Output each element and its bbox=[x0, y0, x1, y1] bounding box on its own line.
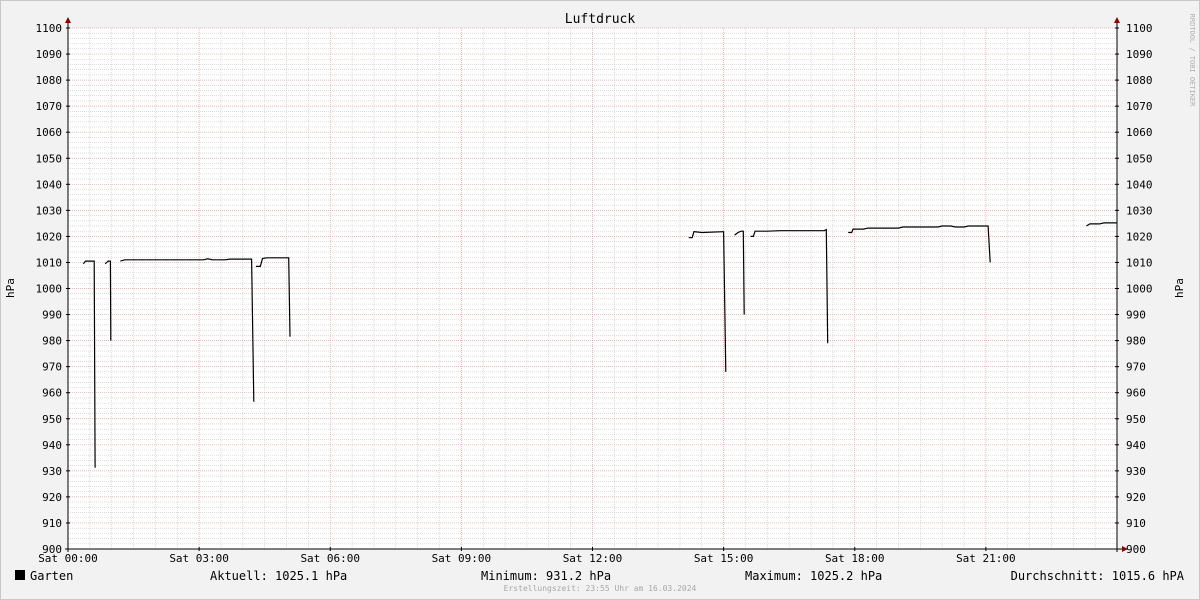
x-tick-label: Sat 09:00 bbox=[432, 552, 492, 565]
chart-title: Luftdruck bbox=[565, 12, 636, 27]
y-tick-label: 1020 bbox=[1126, 230, 1153, 243]
x-tick-label: Sat 15:00 bbox=[694, 552, 754, 565]
y-axis-arrow-right bbox=[1114, 17, 1120, 23]
y-axis-arrow-left bbox=[65, 17, 71, 23]
y-axis-label-right: hPa bbox=[1173, 278, 1186, 298]
x-tick-label: Sat 12:00 bbox=[563, 552, 623, 565]
y-tick-label: 1100 bbox=[1126, 22, 1153, 35]
y-tick-label: 960 bbox=[42, 387, 62, 400]
y-tick-label: 920 bbox=[42, 491, 62, 504]
x-tick-label: Sat 18:00 bbox=[825, 552, 885, 565]
y-tick-labels-right: 900 910 920 930 940 950 960 970 980 990 1000 1010 10… bbox=[1126, 22, 1153, 556]
y-tick-label: 980 bbox=[1126, 335, 1146, 348]
x-tick-label: Sat 21:00 bbox=[956, 552, 1016, 565]
y-tick-label: 940 bbox=[1126, 439, 1146, 452]
stat-minimum: Minimum: 931.2 hPa bbox=[481, 569, 612, 583]
x-tick-label: Sat 00:00 bbox=[38, 552, 98, 565]
y-tick-label: 950 bbox=[42, 413, 62, 426]
y-tick-label: 1090 bbox=[1126, 48, 1153, 61]
y-tick-labels-left: 9009109209309409509609709809901000101010… bbox=[36, 22, 63, 556]
rrdtool-watermark: RRDTOOL / TOBI OETIKER bbox=[1188, 14, 1196, 108]
stat-current: Aktuell: 1025.1 hPa bbox=[210, 569, 348, 583]
y-tick-label: 1070 bbox=[36, 100, 63, 113]
y-tick-label: 900 bbox=[1126, 543, 1146, 556]
y-tick-label: 960 bbox=[1126, 387, 1146, 400]
y-tick-label: 1060 bbox=[36, 126, 63, 139]
y-tick-label: 970 bbox=[1126, 361, 1146, 374]
creation-timestamp: Erstellungszeit: 23:55 Uhr am 16.03.2024 bbox=[503, 584, 697, 593]
y-tick-label: 970 bbox=[42, 361, 62, 374]
legend-swatch bbox=[15, 570, 25, 580]
y-tick-label: 990 bbox=[42, 309, 62, 322]
x-tick-label: Sat 03:00 bbox=[169, 552, 229, 565]
y-tick-label: 1050 bbox=[36, 152, 63, 165]
y-tick-label: 1040 bbox=[1126, 178, 1153, 191]
pressure-chart: 900 910 920 930 940 950 960 970 980 990 1000 1010 10… bbox=[4, 12, 1196, 565]
y-tick-label: 1010 bbox=[36, 256, 63, 269]
stat-maximum: Maximum: 1025.2 hPa bbox=[745, 569, 883, 583]
y-tick-label: 1080 bbox=[36, 74, 63, 87]
y-tick-label: 1030 bbox=[36, 204, 63, 217]
y-tick-label: 1080 bbox=[1126, 74, 1153, 87]
y-tick-label: 930 bbox=[42, 465, 62, 478]
y-tick-label: 1090 bbox=[36, 48, 63, 61]
y-axis-label-left: hPa bbox=[4, 278, 17, 298]
y-tick-label: 1040 bbox=[36, 178, 63, 191]
y-tick-label: 1060 bbox=[1126, 126, 1153, 139]
y-tick-label: 1020 bbox=[36, 230, 63, 243]
x-tick-label: Sat 06:00 bbox=[300, 552, 360, 565]
y-tick-label: 910 bbox=[1126, 517, 1146, 530]
y-tick-label: 950 bbox=[1126, 413, 1146, 426]
y-tick-label: 940 bbox=[42, 439, 62, 452]
y-tick-label: 1000 bbox=[1126, 283, 1153, 296]
y-tick-label: 990 bbox=[1126, 309, 1146, 322]
y-tick-label: 1070 bbox=[1126, 100, 1153, 113]
legend-label: Garten bbox=[30, 569, 74, 583]
y-tick-label: 1010 bbox=[1126, 256, 1153, 269]
x-tick-labels: Sat 00:00 Sat 03:00 Sat 06:00 Sat 09:00 Sat … bbox=[38, 552, 1015, 565]
y-tick-label: 1050 bbox=[1126, 152, 1153, 165]
y-tick-label: 980 bbox=[42, 335, 62, 348]
y-tick-label: 920 bbox=[1126, 491, 1146, 504]
y-tick-label: 1100 bbox=[36, 22, 63, 35]
stat-average: Durchschnitt: 1015.6 hPA bbox=[1010, 569, 1184, 583]
y-tick-label: 1030 bbox=[1126, 204, 1153, 217]
y-tick-label: 930 bbox=[1126, 465, 1146, 478]
y-tick-label: 910 bbox=[42, 517, 62, 530]
y-tick-label: 1000 bbox=[36, 283, 63, 296]
